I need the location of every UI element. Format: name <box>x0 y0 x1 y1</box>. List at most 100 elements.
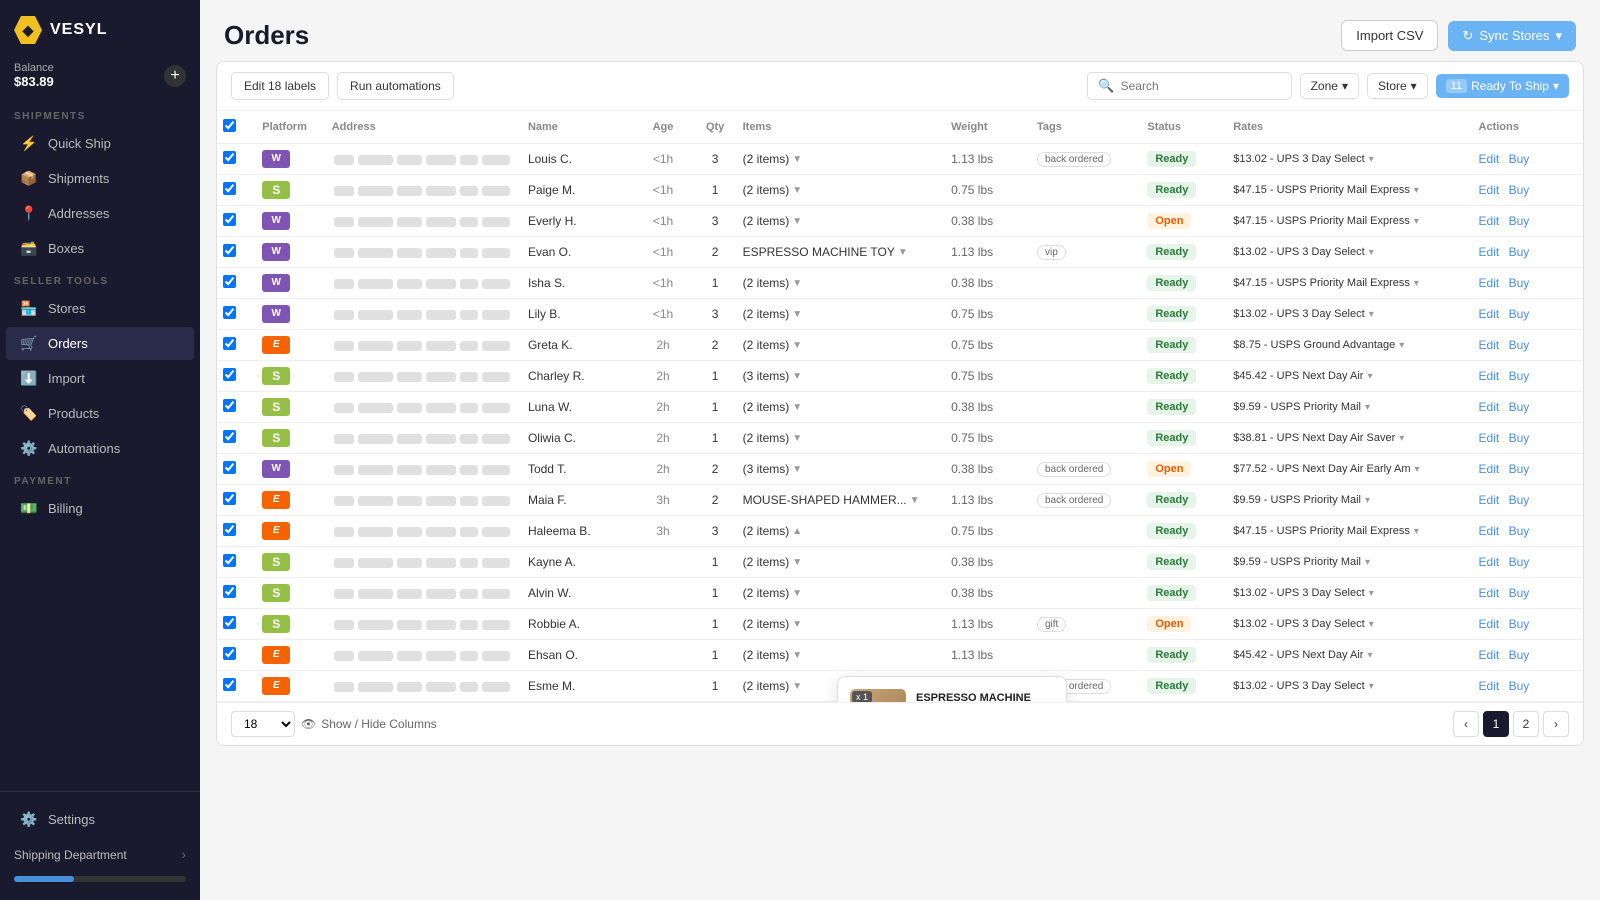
zone-filter-button[interactable]: Zone ▾ <box>1300 73 1359 99</box>
import-csv-button[interactable]: Import CSV <box>1341 20 1438 51</box>
rates-chevron-icon[interactable]: ▾ <box>1369 309 1374 320</box>
edit-action-button[interactable]: Edit <box>1479 431 1500 445</box>
rates-chevron-icon[interactable]: ▾ <box>1369 247 1374 258</box>
buy-action-button[interactable]: Buy <box>1509 214 1530 228</box>
row-items-cell[interactable]: (3 items) ▼ <box>737 361 946 392</box>
buy-action-button[interactable]: Buy <box>1509 431 1530 445</box>
row-checkbox-cell[interactable] <box>217 237 256 268</box>
items-expand-button[interactable]: (3 items) ▼ <box>743 369 803 383</box>
header-checkbox[interactable] <box>217 111 256 144</box>
edit-action-button[interactable]: Edit <box>1479 679 1500 693</box>
items-expand-button[interactable]: (3 items) ▼ <box>743 462 803 476</box>
row-checkbox[interactable] <box>223 647 236 660</box>
row-checkbox[interactable] <box>223 306 236 319</box>
items-expand-button[interactable]: (2 items) ▼ <box>743 276 803 290</box>
edit-action-button[interactable]: Edit <box>1479 338 1500 352</box>
rates-chevron-icon[interactable]: ▾ <box>1415 464 1420 475</box>
row-rates-cell[interactable]: $47.15 - USPS Priority Mail Express ▾ <box>1227 516 1472 547</box>
rates-chevron-icon[interactable]: ▾ <box>1367 650 1372 661</box>
items-expand-button[interactable]: (2 items) ▼ <box>743 183 803 197</box>
row-checkbox-cell[interactable] <box>217 268 256 299</box>
buy-action-button[interactable]: Buy <box>1509 524 1530 538</box>
rates-chevron-icon[interactable]: ▾ <box>1365 402 1370 413</box>
edit-action-button[interactable]: Edit <box>1479 493 1500 507</box>
row-checkbox-cell[interactable] <box>217 609 256 640</box>
sidebar-item-orders[interactable]: 🛒 Orders <box>6 327 194 360</box>
items-expand-button[interactable]: (2 items) ▼ <box>743 400 803 414</box>
shipping-department-area[interactable]: Shipping Department › <box>0 837 200 872</box>
row-items-cell[interactable]: (2 items) ▼ <box>737 392 946 423</box>
row-rates-cell[interactable]: $45.42 - UPS Next Day Air ▾ <box>1227 361 1472 392</box>
row-rates-cell[interactable]: $45.42 - UPS Next Day Air ▾ <box>1227 640 1472 671</box>
row-items-cell[interactable]: (2 items) ▼ <box>737 640 946 671</box>
sync-stores-button[interactable]: ↻ Sync Stores ▾ <box>1448 21 1576 51</box>
row-checkbox-cell[interactable] <box>217 392 256 423</box>
select-all-checkbox[interactable] <box>223 119 236 132</box>
row-rates-cell[interactable]: $13.02 - UPS 3 Day Select ▾ <box>1227 237 1472 268</box>
row-checkbox-cell[interactable] <box>217 361 256 392</box>
items-expand-button[interactable]: (2 items) ▼ <box>743 648 803 662</box>
page-1-button[interactable]: 1 <box>1483 711 1509 737</box>
row-rates-cell[interactable]: $47.15 - USPS Priority Mail Express ▾ <box>1227 268 1472 299</box>
edit-action-button[interactable]: Edit <box>1479 586 1500 600</box>
row-rates-cell[interactable]: $47.15 - USPS Priority Mail Express ▾ <box>1227 206 1472 237</box>
row-rates-cell[interactable]: $13.02 - UPS 3 Day Select ▾ <box>1227 609 1472 640</box>
buy-action-button[interactable]: Buy <box>1509 307 1530 321</box>
row-checkbox-cell[interactable] <box>217 423 256 454</box>
sidebar-item-automations[interactable]: ⚙️ Automations <box>6 432 194 465</box>
row-rates-cell[interactable]: $8.75 - USPS Ground Advantage ▾ <box>1227 330 1472 361</box>
row-checkbox-cell[interactable] <box>217 206 256 237</box>
row-items-cell[interactable]: (2 items) ▼ <box>737 299 946 330</box>
row-checkbox[interactable] <box>223 554 236 567</box>
sidebar-item-stores[interactable]: 🏪 Stores <box>6 292 194 325</box>
next-page-button[interactable]: › <box>1543 711 1569 737</box>
row-checkbox[interactable] <box>223 523 236 536</box>
items-expand-button[interactable]: MOUSE-SHAPED HAMMER... ▼ <box>743 493 920 507</box>
row-checkbox-cell[interactable] <box>217 516 256 547</box>
rates-chevron-icon[interactable]: ▾ <box>1365 557 1370 568</box>
row-checkbox[interactable] <box>223 368 236 381</box>
sidebar-item-shipments[interactable]: 📦 Shipments <box>6 162 194 195</box>
row-rates-cell[interactable]: $13.02 - UPS 3 Day Select ▾ <box>1227 671 1472 702</box>
buy-action-button[interactable]: Buy <box>1509 152 1530 166</box>
row-checkbox[interactable] <box>223 492 236 505</box>
sidebar-item-products[interactable]: 🏷️ Products <box>6 397 194 430</box>
row-checkbox-cell[interactable] <box>217 671 256 702</box>
buy-action-button[interactable]: Buy <box>1509 400 1530 414</box>
row-items-cell[interactable]: (2 items) ▼ <box>737 206 946 237</box>
items-expand-button[interactable]: (2 items) ▼ <box>743 679 803 693</box>
buy-action-button[interactable]: Buy <box>1509 338 1530 352</box>
edit-action-button[interactable]: Edit <box>1479 152 1500 166</box>
rates-chevron-icon[interactable]: ▾ <box>1367 371 1372 382</box>
row-checkbox-cell[interactable] <box>217 547 256 578</box>
edit-action-button[interactable]: Edit <box>1479 462 1500 476</box>
sidebar-item-boxes[interactable]: 🗃️ Boxes <box>6 232 194 265</box>
sidebar-item-import[interactable]: ⬇️ Import <box>6 362 194 395</box>
sidebar-item-addresses[interactable]: 📍 Addresses <box>6 197 194 230</box>
row-items-cell[interactable]: (2 items) ▼ <box>737 547 946 578</box>
buy-action-button[interactable]: Buy <box>1509 369 1530 383</box>
row-items-cell[interactable]: (2 items) ▼ <box>737 268 946 299</box>
ready-to-ship-button[interactable]: 11 Ready To Ship ▾ <box>1436 74 1569 98</box>
row-checkbox[interactable] <box>223 399 236 412</box>
row-checkbox-cell[interactable] <box>217 640 256 671</box>
row-items-cell[interactable]: MOUSE-SHAPED HAMMER... ▼ <box>737 485 946 516</box>
row-items-cell[interactable]: (3 items) ▼ <box>737 454 946 485</box>
buy-action-button[interactable]: Buy <box>1509 648 1530 662</box>
row-rates-cell[interactable]: $13.02 - UPS 3 Day Select ▾ <box>1227 578 1472 609</box>
edit-action-button[interactable]: Edit <box>1479 617 1500 631</box>
edit-action-button[interactable]: Edit <box>1479 276 1500 290</box>
add-balance-button[interactable]: + <box>164 65 186 87</box>
row-items-cell[interactable]: (2 items) ▼ <box>737 578 946 609</box>
row-checkbox-cell[interactable] <box>217 175 256 206</box>
rates-chevron-icon[interactable]: ▾ <box>1414 278 1419 289</box>
edit-labels-button[interactable]: Edit 18 labels <box>231 72 329 100</box>
row-checkbox[interactable] <box>223 461 236 474</box>
row-items-cell[interactable]: (2 items) ▼ <box>737 609 946 640</box>
buy-action-button[interactable]: Buy <box>1509 555 1530 569</box>
items-expand-button[interactable]: ESPRESSO MACHINE TOY ▼ <box>743 245 908 259</box>
sidebar-item-billing[interactable]: 💵 Billing <box>6 492 194 525</box>
row-checkbox[interactable] <box>223 244 236 257</box>
run-automations-button[interactable]: Run automations <box>337 72 454 100</box>
items-expand-button[interactable]: (2 items) ▼ <box>743 338 803 352</box>
